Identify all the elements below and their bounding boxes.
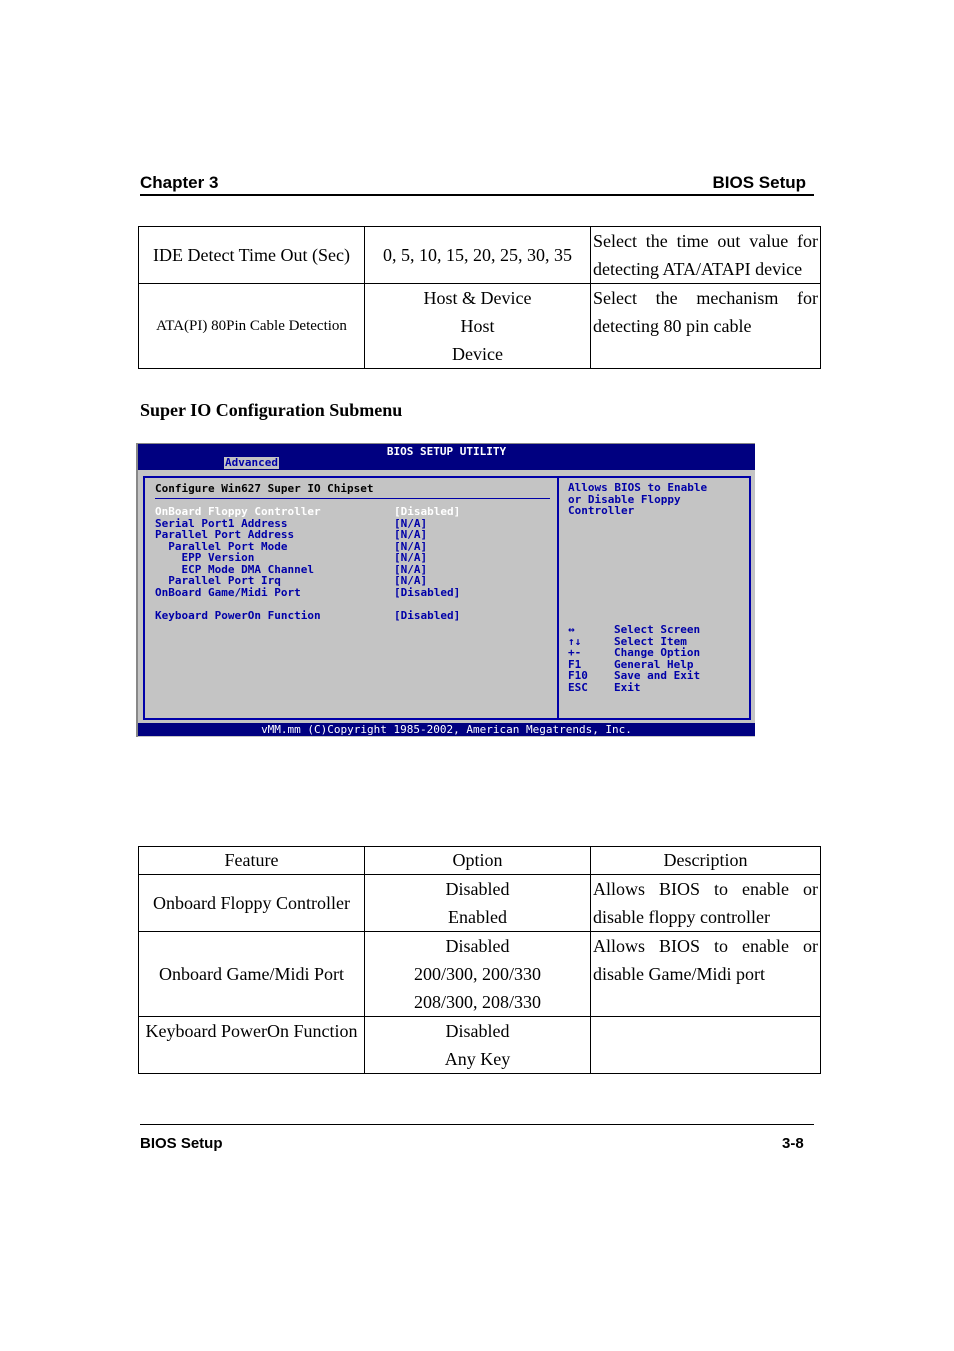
option-line: Enabled (448, 907, 507, 927)
option-cell: Disabled 200/300, 200/330 208/300, 208/3… (364, 931, 591, 1017)
description-line: Allows BIOS to enable or (593, 879, 818, 899)
bios-screenshot: BIOS SETUP UTILITY Advanced Configure Wi… (136, 443, 755, 737)
footer-divider (140, 1124, 814, 1125)
super-io-options-table: Feature Option Description Onboard Flopp… (138, 846, 821, 1074)
column-header-option: Option (364, 846, 591, 875)
feature-cell: ATA(PI) 80Pin Cable Detection (138, 283, 365, 369)
column-header-feature: Feature (138, 846, 365, 875)
description-line: detecting 80 pin cable (593, 316, 752, 336)
bios-settings-panel: Configure Win627 Super IO Chipset OnBoar… (143, 476, 559, 720)
option-line: Host (460, 316, 495, 336)
feature-cell: IDE Detect Time Out (Sec) (138, 226, 365, 284)
option-cell: Host & Device Host Device (364, 283, 591, 369)
divider (155, 498, 550, 499)
description-line: disable floppy controller (593, 907, 770, 927)
help-line: Controller (568, 504, 635, 517)
bios-title-bar: BIOS SETUP UTILITY Advanced (138, 444, 755, 470)
option-cell: 0, 5, 10, 15, 20, 25, 30, 35 (364, 226, 591, 284)
description-cell (590, 1016, 821, 1074)
bios-panel-heading: Configure Win627 Super IO Chipset (155, 482, 374, 495)
feature-cell: Onboard Floppy Controller (138, 874, 365, 932)
description-line: detecting ATA/ATAPI device (593, 259, 803, 279)
option-cell: Disabled Enabled (364, 874, 591, 932)
page-header: Chapter 3 BIOS Setup (140, 172, 814, 196)
table-row: Keyboard PowerOn Function Disabled Any K… (138, 1016, 821, 1074)
option-line: 208/300, 208/330 (413, 992, 541, 1012)
feature-text: Onboard Game/Midi Port (159, 963, 344, 984)
key-action: Change Option (614, 646, 701, 659)
table-row: Onboard Game/Midi Port Disabled 200/300,… (138, 931, 821, 1017)
page-number: 3-8 (782, 1135, 804, 1152)
help-text: Allows BIOS to Enable or Disable Floppy … (568, 482, 707, 517)
item-value[interactable]: [Disabled] (394, 610, 460, 622)
option-line: Device (452, 344, 503, 364)
item-label: OnBoard Game/Midi Port (155, 586, 301, 599)
key-action: Exit (614, 680, 641, 694)
table-header-row: Feature Option Description (138, 846, 821, 875)
description-line: Allows BIOS to enable or (593, 936, 818, 956)
description-cell: Select the time out value for detecting … (590, 226, 821, 284)
option-line: Any Key (444, 1049, 511, 1069)
description-cell: Allows BIOS to enable or disable Game/Mi… (590, 931, 821, 1017)
feature-text: Onboard Floppy Controller (153, 892, 350, 913)
tab-advanced[interactable]: Advanced (224, 457, 279, 469)
item-label: Keyboard PowerOn Function (155, 609, 321, 622)
description-line: Select the time out value for (593, 231, 818, 251)
bios-copyright-bar: vMM.mm (C)Copyright 1985-2002, American … (138, 723, 755, 736)
feature-text: Keyboard PowerOn Function (145, 1021, 358, 1041)
chapter-label: Chapter 3 (140, 173, 219, 192)
option-line: 200/300, 200/330 (413, 964, 541, 984)
option-text: 0, 5, 10, 15, 20, 25, 30, 35 (383, 244, 572, 265)
feature-cell: Onboard Game/Midi Port (138, 931, 365, 1017)
plus-minus-key: +- (568, 646, 582, 659)
option-line: Host & Device (423, 288, 532, 308)
feature-cell: Keyboard PowerOn Function (138, 1016, 365, 1074)
bios-help-panel: Allows BIOS to Enable or Disable Floppy … (557, 476, 751, 720)
table-row: Onboard Floppy Controller Disabled Enabl… (138, 874, 821, 932)
item-value[interactable]: [Disabled] (394, 587, 460, 599)
ide-options-table: IDE Detect Time Out (Sec) 0, 5, 10, 15, … (138, 226, 821, 369)
section-title: Super IO Configuration Submenu (140, 400, 403, 420)
table-row: IDE Detect Time Out (Sec) 0, 5, 10, 15, … (138, 226, 821, 284)
footer-title: BIOS Setup (140, 1135, 223, 1152)
description-line: Select the mechanism for (593, 288, 818, 308)
bios-item-onboard-game-midi-port[interactable]: OnBoard Game/Midi Port [Disabled] (155, 587, 550, 599)
option-line: Disabled (445, 1021, 510, 1041)
section-label: BIOS Setup (712, 173, 806, 192)
feature-text: ATA(PI) 80Pin Cable Detection (156, 317, 347, 334)
option-line: Disabled (445, 879, 510, 899)
key-action: Save and Exit (614, 669, 701, 682)
column-header-description: Description (590, 846, 821, 875)
bios-item-keyboard-poweron-function[interactable]: Keyboard PowerOn Function [Disabled] (155, 610, 550, 622)
description-cell: Allows BIOS to enable or disable floppy … (590, 874, 821, 932)
help-line: Allows BIOS to Enable (568, 481, 708, 494)
f10-key: F10 (568, 669, 588, 682)
option-line: Disabled (445, 936, 510, 956)
left-right-arrow-icon: ↔ (568, 623, 575, 636)
feature-text: IDE Detect Time Out (Sec) (153, 244, 350, 265)
esc-key: ESC (568, 680, 588, 694)
description-cell: Select the mechanism for detecting 80 pi… (590, 283, 821, 369)
table-row: ATA(PI) 80Pin Cable Detection Host & Dev… (138, 283, 821, 369)
option-cell: Disabled Any Key (364, 1016, 591, 1074)
description-line: disable Game/Midi port (593, 964, 765, 984)
key-action: Select Screen (614, 623, 701, 636)
